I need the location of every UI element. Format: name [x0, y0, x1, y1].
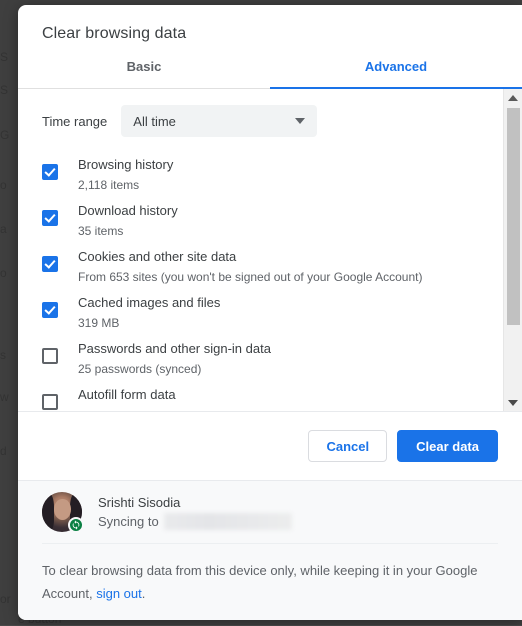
option-texts: Passwords and other sign-in data 25 pass…	[78, 335, 271, 379]
dialog-title: Clear browsing data	[18, 5, 522, 44]
backdrop-text-fragment: w	[0, 390, 9, 404]
option-subtitle: 35 items	[78, 221, 178, 241]
sync-target-redacted	[164, 513, 292, 530]
options-scroll-area: Time range All time Browsing history 2,1…	[18, 89, 522, 412]
account-name: Srishti Sisodia	[98, 493, 292, 512]
checkbox-browsing-history[interactable]	[42, 164, 58, 180]
clear-data-button[interactable]: Clear data	[397, 430, 498, 462]
option-passwords-signin-data[interactable]: Passwords and other sign-in data 25 pass…	[18, 335, 503, 381]
backdrop-text-fragment: o	[0, 266, 7, 280]
footer-note-text-after: .	[142, 586, 146, 601]
scroll-up-arrow-glyph	[508, 95, 518, 101]
backdrop-text-fragment: S	[0, 83, 8, 97]
checkbox-cookies-site-data[interactable]	[42, 256, 58, 272]
sign-out-link[interactable]: sign out	[96, 586, 142, 601]
backdrop-text-fragment: S	[0, 50, 8, 64]
option-title: Autofill form data	[78, 385, 176, 405]
avatar-face	[54, 499, 71, 520]
sync-prefix-label: Syncing to	[98, 512, 159, 531]
tab-advanced-label: Advanced	[365, 59, 427, 74]
option-texts: Autofill form data	[78, 381, 176, 405]
option-title: Download history	[78, 201, 178, 221]
backdrop-text-fragment: G	[0, 128, 9, 142]
sync-icon	[68, 517, 84, 533]
avatar-hair-left	[42, 494, 54, 532]
scrollbar-thumb[interactable]	[507, 108, 520, 325]
option-subtitle: 319 MB	[78, 313, 220, 333]
option-title: Cookies and other site data	[78, 247, 422, 267]
option-subtitle: From 653 sites (you won't be signed out …	[78, 267, 422, 287]
tab-basic[interactable]: Basic	[18, 44, 270, 88]
tab-advanced[interactable]: Advanced	[270, 44, 522, 88]
options-scrollbar[interactable]	[503, 89, 522, 411]
option-title: Passwords and other sign-in data	[78, 339, 271, 359]
option-title: Browsing history	[78, 155, 173, 175]
tab-basic-label: Basic	[127, 59, 162, 74]
time-range-value: All time	[133, 114, 295, 129]
options-scroll-content: Time range All time Browsing history 2,1…	[18, 89, 503, 411]
option-title: Cached images and files	[78, 293, 220, 313]
checkbox-passwords-signin-data[interactable]	[42, 348, 58, 364]
option-texts: Download history 35 items	[78, 197, 178, 241]
footer-note: To clear browsing data from this device …	[42, 544, 498, 605]
time-range-label: Time range	[42, 114, 107, 129]
option-texts: Cookies and other site data From 653 sit…	[78, 243, 422, 287]
time-range-row: Time range All time	[18, 89, 503, 137]
account-row: Srishti Sisodia Syncing to	[42, 481, 498, 544]
backdrop-text-fragment: a	[0, 222, 7, 236]
backdrop-text-fragment: d	[0, 444, 7, 458]
checkbox-cached-images-files[interactable]	[42, 302, 58, 318]
scroll-up-arrow-icon[interactable]	[504, 89, 522, 106]
option-browsing-history[interactable]: Browsing history 2,118 items	[18, 151, 503, 197]
dialog-tabs: Basic Advanced	[18, 44, 522, 89]
option-download-history[interactable]: Download history 35 items	[18, 197, 503, 243]
option-texts: Cached images and files 319 MB	[78, 289, 220, 333]
checkbox-autofill-form-data[interactable]	[42, 394, 58, 410]
backdrop-text-fragment: s	[0, 348, 6, 362]
backdrop-text-fragment: or	[0, 592, 11, 606]
option-cached-images-files[interactable]: Cached images and files 319 MB	[18, 289, 503, 335]
clear-browsing-data-dialog: Clear browsing data Basic Advanced Time …	[18, 5, 522, 620]
chevron-down-icon	[295, 118, 305, 124]
scroll-down-arrow-glyph	[508, 400, 518, 406]
option-texts: Browsing history 2,118 items	[78, 151, 173, 195]
account-texts: Srishti Sisodia Syncing to	[98, 493, 292, 531]
account-sync-status: Syncing to	[98, 512, 292, 531]
scroll-down-arrow-icon[interactable]	[504, 394, 522, 411]
dialog-actions: Cancel Clear data	[18, 412, 522, 480]
cancel-button[interactable]: Cancel	[308, 430, 387, 462]
account-footer: Srishti Sisodia Syncing to To clear brow…	[18, 480, 522, 620]
time-range-select[interactable]: All time	[121, 105, 317, 137]
data-type-option-list: Browsing history 2,118 items Download hi…	[18, 137, 503, 411]
checkbox-download-history[interactable]	[42, 210, 58, 226]
option-autofill-form-data[interactable]: Autofill form data	[18, 381, 503, 411]
option-subtitle: 25 passwords (synced)	[78, 359, 271, 379]
option-cookies-site-data[interactable]: Cookies and other site data From 653 sit…	[18, 243, 503, 289]
option-subtitle: 2,118 items	[78, 175, 173, 195]
backdrop-text-fragment: o	[0, 178, 7, 192]
avatar	[42, 492, 82, 532]
